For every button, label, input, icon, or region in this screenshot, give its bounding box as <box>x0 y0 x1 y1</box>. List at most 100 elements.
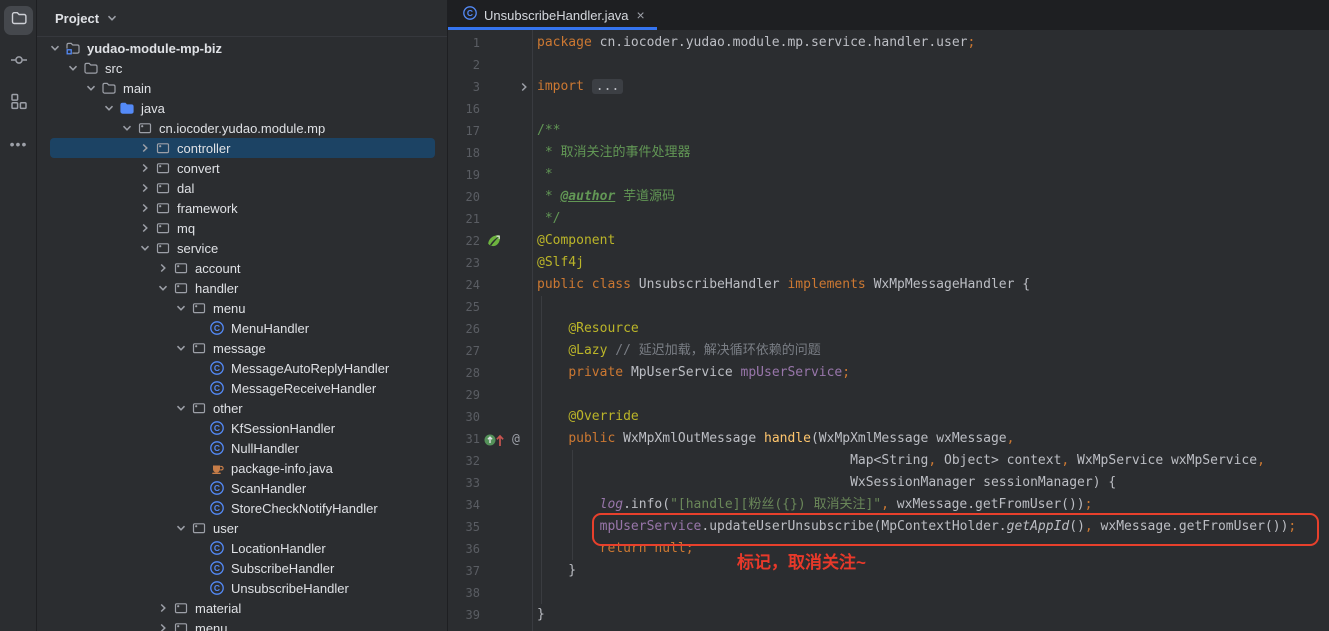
tree-item-convert[interactable]: convert <box>37 158 447 178</box>
package-icon <box>136 120 154 136</box>
tree-item-menuhandler[interactable]: CMenuHandler <box>37 318 447 338</box>
line-number: 16 <box>448 98 480 120</box>
tree-item-mq[interactable]: mq <box>37 218 447 238</box>
chevron-down-icon[interactable] <box>172 340 190 356</box>
line-number: 19 <box>448 164 480 186</box>
line-number: 17 <box>448 120 480 142</box>
tree-item-dal[interactable]: dal <box>37 178 447 198</box>
activity-button-project[interactable] <box>4 6 33 35</box>
chevron-down-icon[interactable] <box>82 80 100 96</box>
activity-button-more[interactable]: ••• <box>4 129 33 158</box>
chevron-right-icon[interactable] <box>136 160 154 176</box>
module-icon <box>64 40 82 56</box>
tree-item-java[interactable]: java <box>37 98 447 118</box>
class-icon: C <box>462 5 478 26</box>
tree-item-framework[interactable]: framework <box>37 198 447 218</box>
tree-item-label: framework <box>177 201 238 216</box>
tree-item-menu[interactable]: menu <box>37 298 447 318</box>
code-line-28: 28 private MpUserService mpUserService; <box>448 362 1329 384</box>
annotation-text: 标记，取消关注~ <box>737 548 866 573</box>
activity-button-commit[interactable] <box>4 48 33 77</box>
tree-item-storechecknotifyhandler[interactable]: C StoreCheckNotifyHandler <box>37 498 447 518</box>
code-line-29: 29 <box>448 384 1329 406</box>
tree-item-service[interactable]: service <box>37 238 447 258</box>
tree-item-package-info-java[interactable]: package-info.java <box>37 458 447 478</box>
tree-item-label: other <box>213 401 243 416</box>
chevron-down-icon[interactable] <box>46 40 64 56</box>
tree-item-user[interactable]: user <box>37 518 447 538</box>
code-line-27: 27 @Lazy // 延迟加载，解决循环依赖的问题 <box>448 340 1329 362</box>
chevron-down-icon[interactable] <box>100 100 118 116</box>
chevron-down-icon[interactable] <box>104 10 120 26</box>
tree-item-scanhandler[interactable]: CScanHandler <box>37 478 447 498</box>
chevron-right-icon[interactable] <box>136 140 154 156</box>
chevron-right-icon[interactable] <box>136 200 154 216</box>
tree-item-other[interactable]: other <box>37 398 447 418</box>
class-icon: C <box>208 480 226 496</box>
tree-item-label: cn.iocoder.yudao.module.mp <box>159 121 325 136</box>
code-editor[interactable]: 1package cn.iocoder.yudao.module.mp.serv… <box>448 30 1329 631</box>
line-number: 20 <box>448 186 480 208</box>
project-panel-header: Project <box>37 0 447 37</box>
line-number: 29 <box>448 384 480 406</box>
code-line-31: 31@ public WxMpXmlOutMessage handle(WxMp… <box>448 428 1329 450</box>
chevron-right-icon[interactable] <box>136 180 154 196</box>
code-line-23: 23@Slf4j <box>448 252 1329 274</box>
chevron-down-icon[interactable] <box>118 120 136 136</box>
code-line-20: 20 * @author 芋道源码 <box>448 186 1329 208</box>
line-number: 24 <box>448 274 480 296</box>
javafile-icon <box>208 460 226 476</box>
line-number: 26 <box>448 318 480 340</box>
chevron-right-icon[interactable] <box>154 620 172 631</box>
tree-item-label: StoreCheckNotifyHandler <box>231 501 378 516</box>
annotated-icon: @ <box>512 429 520 451</box>
svg-text:C: C <box>214 323 220 333</box>
tree-item-locationhandler[interactable]: CLocationHandler <box>37 538 447 558</box>
code-line-36: 36 return null; <box>448 538 1329 560</box>
code-line-35: 35 mpUserService.updateUserUnsubscribe(M… <box>448 516 1329 538</box>
tree-item-controller[interactable]: controller <box>37 138 447 158</box>
chevron-down-icon[interactable] <box>172 520 190 536</box>
package-icon <box>154 240 172 256</box>
tree-item-nullhandler[interactable]: CNullHandler <box>37 438 447 458</box>
tree-item-messagereceivehandler[interactable]: CMessageReceiveHandler <box>37 378 447 398</box>
tree-item-label: handler <box>195 281 238 296</box>
tree-item-label: menu <box>213 301 246 316</box>
close-icon[interactable]: × <box>637 8 645 22</box>
activity-button-structure[interactable] <box>4 89 33 118</box>
chevron-down-icon[interactable] <box>172 300 190 316</box>
project-panel: Project yudao-module-mp-bizsrcmainjava cn… <box>37 0 448 631</box>
more-icon: ••• <box>10 136 28 152</box>
tree-item-message[interactable]: message <box>37 338 447 358</box>
chevron-down-icon[interactable] <box>64 60 82 76</box>
tree-item-label: SubscribeHandler <box>231 561 334 576</box>
tree-item-cn-iocoder-yudao-module-mp[interactable]: cn.iocoder.yudao.module.mp <box>37 118 447 138</box>
tree-item-main[interactable]: main <box>37 78 447 98</box>
tab-unsubscribehandler[interactable]: C UnsubscribeHandler.java × <box>448 0 657 30</box>
tree-item-subscribehandler[interactable]: CSubscribeHandler <box>37 558 447 578</box>
tree-item-unsubscribehandler[interactable]: CUnsubscribeHandler <box>37 578 447 598</box>
tab-label: UnsubscribeHandler.java <box>484 8 629 23</box>
chevron-right-icon[interactable] <box>136 220 154 236</box>
tree-item-messageautoreplyhandler[interactable]: CMessageAutoReplyHandler <box>37 358 447 378</box>
tree-item-handler[interactable]: handler <box>37 278 447 298</box>
code-line-16: 16 <box>448 98 1329 120</box>
tree-item-account[interactable]: account <box>37 258 447 278</box>
class-icon: C <box>208 500 226 516</box>
tree-item-menu[interactable]: menu <box>37 618 447 631</box>
tree-item-yudao-module-mp-biz[interactable]: yudao-module-mp-biz <box>37 38 447 58</box>
chevron-down-icon[interactable] <box>136 240 154 256</box>
tree-item-src[interactable]: src <box>37 58 447 78</box>
class-icon: C <box>208 440 226 456</box>
chevron-right-icon[interactable] <box>154 260 172 276</box>
package-icon <box>154 200 172 216</box>
class-icon: C <box>208 580 226 596</box>
line-number: 22 <box>448 230 480 252</box>
code-line-25: 25 <box>448 296 1329 318</box>
package-icon <box>172 620 190 631</box>
chevron-right-icon[interactable] <box>154 600 172 616</box>
tree-item-kfsessionhandler[interactable]: CKfSessionHandler <box>37 418 447 438</box>
tree-item-material[interactable]: material <box>37 598 447 618</box>
chevron-down-icon[interactable] <box>172 400 190 416</box>
chevron-down-icon[interactable] <box>154 280 172 296</box>
